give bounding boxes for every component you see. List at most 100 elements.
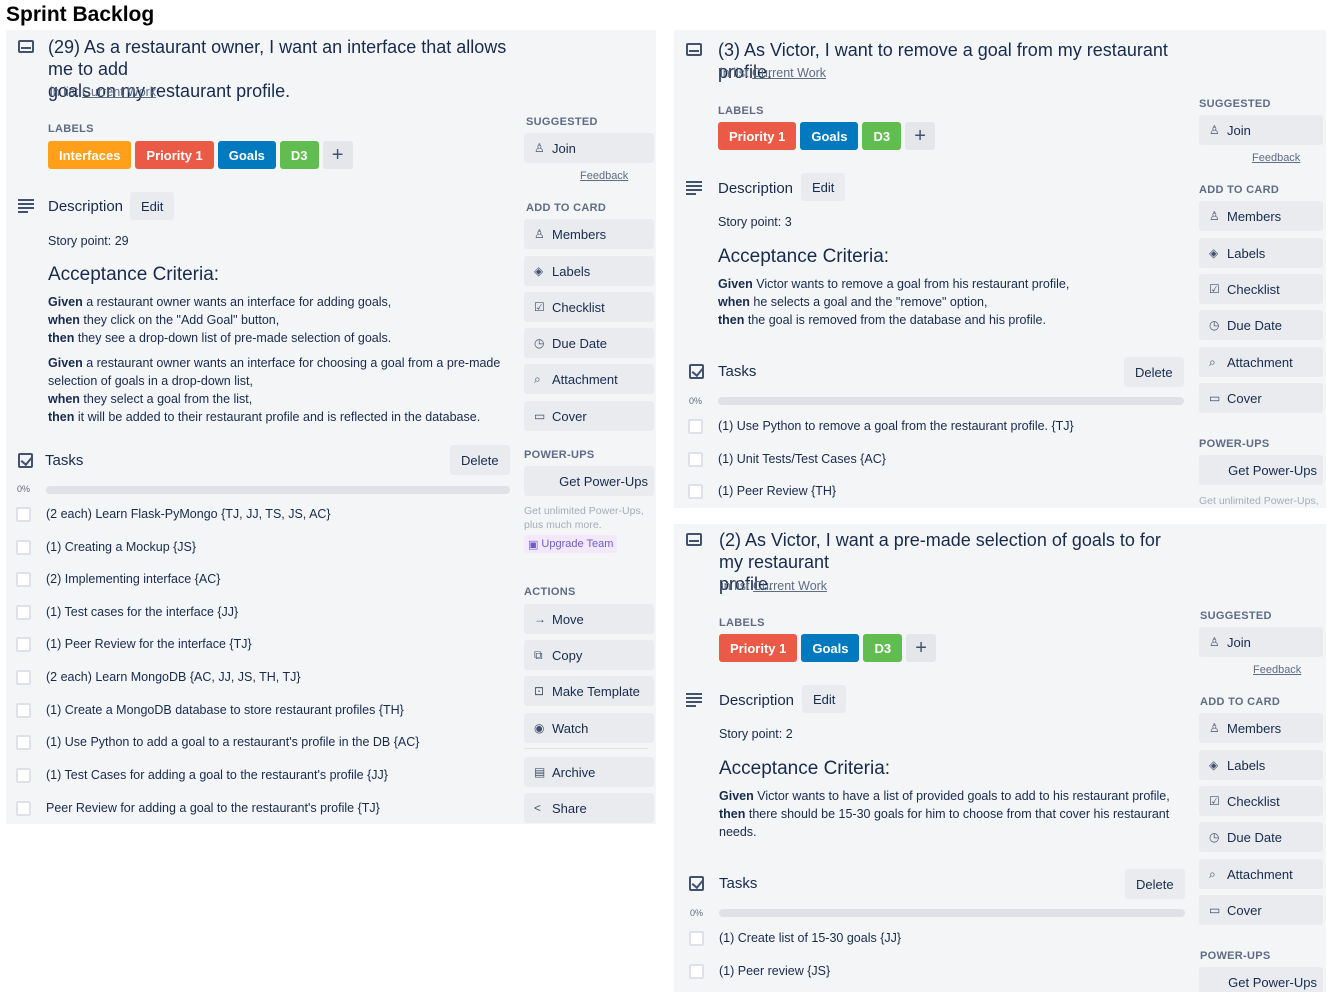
label-chip[interactable]: Priority 1 xyxy=(135,141,214,169)
task-checkbox[interactable] xyxy=(688,483,703,499)
members-button[interactable]: ♙ Members xyxy=(524,219,654,249)
labels-button[interactable]: ◈ Labels xyxy=(1199,750,1323,780)
attachment-button[interactable]: ⌕ Attachment xyxy=(524,364,654,394)
move-button[interactable]: → Move xyxy=(524,604,654,634)
progress-bar xyxy=(719,909,1185,917)
delete-checklist-button[interactable]: Delete xyxy=(450,445,510,475)
tasks-heading: Tasks xyxy=(719,875,758,892)
label-chip[interactable]: D3 xyxy=(279,141,319,169)
task-checkbox[interactable] xyxy=(16,539,31,555)
suggested-heading: SUGGESTED xyxy=(526,116,598,128)
task-checkbox[interactable] xyxy=(16,636,31,652)
power-ups-note: Get unlimited Power-Ups, xyxy=(1199,495,1319,507)
story-point: Story point: 3 xyxy=(718,215,792,229)
list-link[interactable]: Current Work xyxy=(82,85,156,99)
acceptance-criteria-text: Given Victor wants to have a list of pro… xyxy=(719,789,1170,839)
copy-button[interactable]: ⧉ Copy xyxy=(524,640,654,670)
checklist-button[interactable]: ☑ Checklist xyxy=(1199,786,1323,816)
upgrade-team-button[interactable]: ▣ Upgrade Team xyxy=(524,535,618,553)
label-chip[interactable]: Priority 1 xyxy=(718,122,797,150)
add-to-card-heading: ADD TO CARD xyxy=(526,202,607,214)
acceptance-criteria-text: Given Victor wants to remove a goal from… xyxy=(718,277,1070,327)
label-chip[interactable]: Goals xyxy=(217,141,276,169)
label-chip[interactable]: Goals xyxy=(801,634,860,662)
task-checkbox[interactable] xyxy=(688,418,703,434)
task-checkbox[interactable] xyxy=(689,963,704,979)
template-icon: ⊡ xyxy=(534,684,545,698)
add-to-card-heading: ADD TO CARD xyxy=(1199,184,1280,196)
acceptance-criteria-heading: Acceptance Criteria: xyxy=(718,246,890,267)
task-checkbox[interactable] xyxy=(688,451,703,467)
due-date-button[interactable]: ◷ Due Date xyxy=(1199,310,1323,340)
archive-button[interactable]: ▤ Archive xyxy=(524,757,654,787)
share-icon: < xyxy=(534,801,542,815)
checkbox-icon: ☑ xyxy=(534,300,545,314)
feedback-link[interactable]: Feedback xyxy=(1253,664,1301,676)
members-button[interactable]: ♙ Members xyxy=(1199,201,1323,231)
add-label-button[interactable]: + xyxy=(905,122,936,150)
tag-icon: ◈ xyxy=(1209,758,1219,772)
person-icon: ♙ xyxy=(534,141,545,155)
cover-button[interactable]: ▭ Cover xyxy=(524,401,654,431)
edit-description-button[interactable]: Edit xyxy=(801,173,846,201)
clock-icon: ◷ xyxy=(1209,830,1220,844)
get-power-ups-button[interactable]: Get Power-Ups xyxy=(1199,967,1323,992)
description-heading: Description xyxy=(718,180,794,197)
cover-button[interactable]: ▭ Cover xyxy=(1199,895,1323,925)
progress-bar xyxy=(718,397,1184,405)
task-checkbox[interactable] xyxy=(16,669,31,685)
list-link[interactable]: Current Work xyxy=(752,66,826,80)
attachment-button[interactable]: ⌕ Attachment xyxy=(1199,859,1323,889)
label-chip[interactable]: Goals xyxy=(800,122,859,150)
watch-button[interactable]: ◉ Watch xyxy=(524,713,654,743)
get-power-ups-button[interactable]: Get Power-Ups xyxy=(1199,455,1323,485)
task-checkbox[interactable] xyxy=(16,702,31,718)
labels-button[interactable]: ◈ Labels xyxy=(1199,238,1323,268)
label-chip[interactable]: Interfaces xyxy=(48,141,132,169)
join-button[interactable]: ♙ Join xyxy=(1199,627,1323,657)
task-checkbox[interactable] xyxy=(16,604,31,620)
edit-description-button[interactable]: Edit xyxy=(130,192,175,220)
labels-button[interactable]: ◈ Labels xyxy=(524,256,654,286)
feedback-link[interactable]: Feedback xyxy=(580,170,628,182)
task-checkbox[interactable] xyxy=(16,734,31,750)
task-checkbox[interactable] xyxy=(16,506,31,522)
list-link[interactable]: Current Work xyxy=(753,579,827,593)
progress-percent: 0% xyxy=(17,484,31,494)
in-list-line: in list Current Work xyxy=(720,66,827,80)
tasks-heading: Tasks xyxy=(45,452,84,469)
description-icon xyxy=(686,693,704,707)
share-button[interactable]: < Share xyxy=(524,793,654,823)
label-chip[interactable]: D3 xyxy=(862,122,902,150)
label-chip[interactable]: Priority 1 xyxy=(719,634,798,662)
feedback-link[interactable]: Feedback xyxy=(1252,152,1300,164)
due-date-button[interactable]: ◷ Due Date xyxy=(1199,822,1323,852)
join-button[interactable]: ♙ Join xyxy=(524,133,654,163)
label-chip[interactable]: D3 xyxy=(863,634,903,662)
cover-button[interactable]: ▭ Cover xyxy=(1199,383,1323,413)
add-label-button[interactable]: + xyxy=(322,141,353,169)
labels-heading: LABELS xyxy=(718,105,764,117)
description-heading: Description xyxy=(719,692,795,709)
task-checkbox[interactable] xyxy=(689,930,704,946)
join-button[interactable]: ♙ Join xyxy=(1199,115,1323,145)
add-label-button[interactable]: + xyxy=(906,634,937,662)
checklist-button[interactable]: ☑ Checklist xyxy=(524,292,654,322)
get-power-ups-button[interactable]: Get Power-Ups xyxy=(524,466,654,496)
arrow-right-icon: → xyxy=(534,612,546,626)
delete-checklist-button[interactable]: Delete xyxy=(1124,357,1184,387)
cover-icon: ▭ xyxy=(1209,903,1221,917)
delete-checklist-button[interactable]: Delete xyxy=(1125,869,1185,899)
card-sidebar: SUGGESTED ♙ Join Feedback ADD TO CARD ♙ Me… xyxy=(524,30,654,824)
members-button[interactable]: ♙ Members xyxy=(1199,713,1323,743)
edit-description-button[interactable]: Edit xyxy=(802,685,847,713)
task-checkbox[interactable] xyxy=(16,571,31,587)
task-checkbox[interactable] xyxy=(16,767,31,783)
page-title: Sprint Backlog xyxy=(6,3,155,26)
task-checkbox[interactable] xyxy=(16,800,31,816)
due-date-button[interactable]: ◷ Due Date xyxy=(524,328,654,358)
attachment-button[interactable]: ⌕ Attachment xyxy=(1199,347,1323,377)
make-template-button[interactable]: ⊡ Make Template xyxy=(524,676,654,706)
checklist-button[interactable]: ☑ Checklist xyxy=(1199,274,1323,304)
eye-icon: ◉ xyxy=(534,721,545,735)
